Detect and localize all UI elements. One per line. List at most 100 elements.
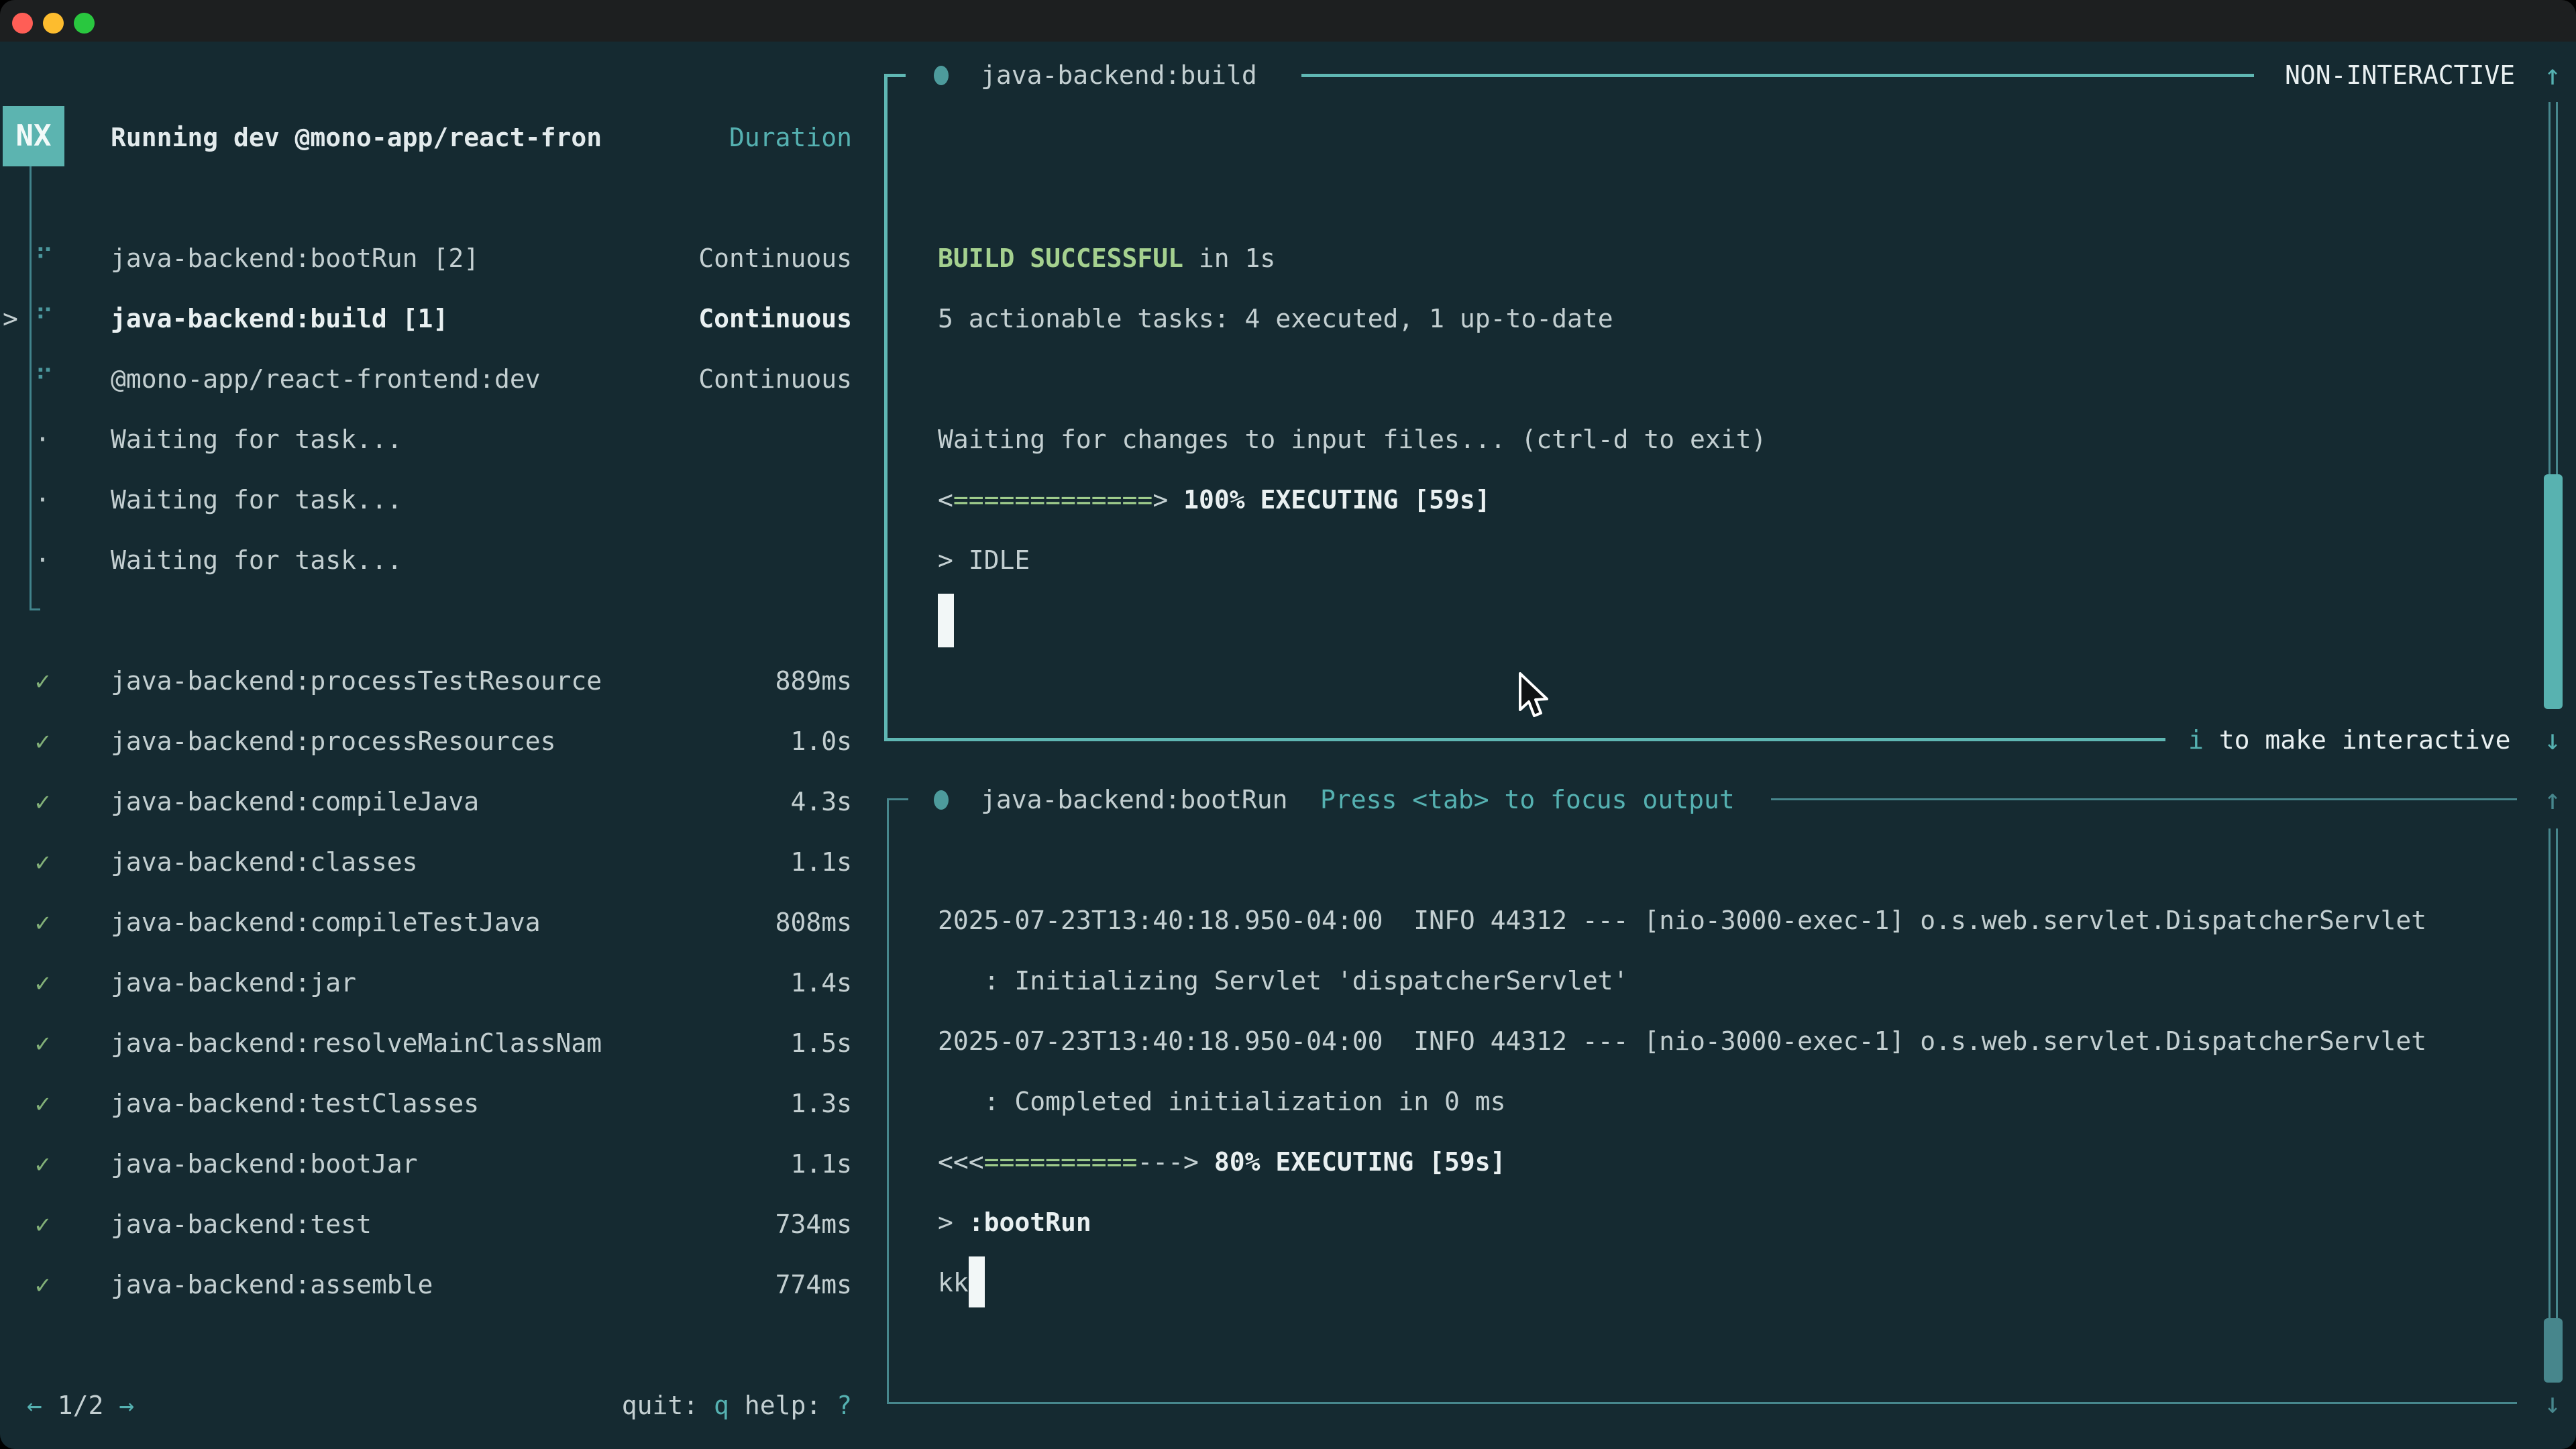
build-waiting-line: Waiting for changes to input files... (c… (938, 409, 1766, 470)
check-icon: ✓ (35, 1134, 50, 1194)
task-label: java-backend:bootJar (111, 1134, 418, 1194)
progress-head: <<< (938, 1147, 984, 1177)
help-label: help: (745, 1391, 821, 1420)
task-duration: 1.3s (790, 1073, 852, 1134)
quit-key[interactable]: q (714, 1391, 729, 1420)
spinner-icon: ⠋ (35, 288, 54, 349)
build-result-line: BUILD SUCCESSFUL in 1s (938, 228, 1275, 288)
task-duration: 4.3s (790, 771, 852, 832)
minimize-button[interactable] (43, 13, 64, 34)
build-scrollbar-thumb[interactable] (2544, 474, 2563, 709)
task-row[interactable]: ✓ java-backend:compileTestJava 808ms (0, 892, 852, 953)
build-scroll-down-icon[interactable]: ↓ (2537, 710, 2568, 770)
task-label: java-backend:bootRun [2] (111, 228, 479, 288)
bootrun-pane-border-top (1771, 798, 2517, 800)
task-row[interactable]: ✓ java-backend:resolveMainClassNam 1.5s (0, 1013, 852, 1073)
build-pane-mode-badge: NON-INTERACTIVE (2285, 45, 2515, 105)
task-row[interactable]: ✓ java-backend:processTestResource 889ms (0, 651, 852, 711)
waiting-dot-icon: · (35, 530, 50, 590)
keyboard-hints: quit: q help: ? (622, 1375, 852, 1436)
mouse-cursor (1517, 672, 1552, 719)
prompt-text: :bootRun (969, 1208, 1091, 1237)
page-next-icon[interactable]: → (119, 1391, 134, 1420)
bootrun-scroll-up-icon[interactable]: ↑ (2537, 769, 2568, 830)
page-prev-icon[interactable]: ← (27, 1391, 42, 1420)
task-label: java-backend:processTestResource (111, 651, 602, 711)
help-key[interactable]: ? (837, 1391, 852, 1420)
task-row[interactable]: ⠋ java-backend:bootRun [2] Continuous (0, 228, 852, 288)
bootrun-input-line[interactable]: kk (938, 1252, 985, 1313)
task-status: Continuous (698, 228, 852, 288)
check-icon: ✓ (35, 711, 50, 771)
log-line: 2025-07-23T13:40:18.950-04:00 INFO 44312… (938, 890, 2426, 951)
progress-filled: ============= (953, 485, 1152, 515)
build-text-cursor (938, 594, 954, 647)
sidebar-header: Running dev @mono-app/react-fron Duratio… (0, 107, 852, 168)
bootrun-prompt: > :bootRun (938, 1192, 1091, 1252)
task-duration: 734ms (775, 1194, 852, 1254)
task-label: java-backend:testClasses (111, 1073, 479, 1134)
bootrun-scrollbar-track[interactable] (2548, 828, 2558, 1318)
interactive-key[interactable]: i (2188, 725, 2204, 755)
task-label: java-backend:jar (111, 953, 356, 1013)
waiting-dot-icon: · (35, 409, 50, 470)
task-row[interactable]: ✓ java-backend:bootJar 1.1s (0, 1134, 852, 1194)
build-pane-border-top-stub (884, 74, 906, 77)
build-scroll-up-icon[interactable]: ↑ (2537, 45, 2568, 105)
task-duration: 1.0s (790, 711, 852, 771)
duration-column-header: Duration (729, 107, 852, 168)
check-icon: ✓ (35, 1194, 50, 1254)
build-status: BUILD SUCCESSFUL (938, 244, 1183, 273)
spinner-icon: ⠋ (35, 349, 54, 409)
bootrun-scrollbar-thumb[interactable] (2544, 1318, 2563, 1383)
task-row[interactable]: ✓ java-backend:compileJava 4.3s (0, 771, 852, 832)
running-task-list: ⠋ java-backend:bootRun [2] Continuous ⠋ … (0, 228, 852, 590)
progress-close: > (1152, 485, 1168, 515)
completed-task-list: ✓ java-backend:processTestResource 889ms… (0, 651, 852, 1315)
build-time: in 1s (1183, 244, 1275, 273)
close-button[interactable] (12, 13, 33, 34)
build-scrollbar-track[interactable] (2548, 102, 2558, 474)
spinner-icon: ⠋ (35, 228, 54, 288)
log-line: 2025-07-23T13:40:18.950-04:00 INFO 44312… (938, 1011, 2426, 1071)
task-row[interactable]: ✓ java-backend:test 734ms (0, 1194, 852, 1254)
task-label: Waiting for task... (111, 409, 402, 470)
task-row[interactable]: ✓ java-backend:assemble 774ms (0, 1254, 852, 1315)
task-row-selected[interactable]: ⠋ java-backend:build [1] Continuous (0, 288, 852, 349)
build-pane-title: java-backend:build (981, 45, 1257, 105)
task-label: java-backend:compileJava (111, 771, 479, 832)
maximize-button[interactable] (74, 13, 95, 34)
task-duration: 1.5s (790, 1013, 852, 1073)
check-icon: ✓ (35, 771, 50, 832)
bootrun-text-cursor (969, 1256, 985, 1307)
titlebar (0, 0, 2576, 42)
bootrun-pane-title: java-backend:bootRun (981, 769, 1288, 830)
prompt-arrow: > (938, 1208, 969, 1237)
check-icon: ✓ (35, 1073, 50, 1134)
task-row[interactable]: ✓ java-backend:classes 1.1s (0, 832, 852, 892)
task-duration: 808ms (775, 892, 852, 953)
task-row[interactable]: · Waiting for task... (0, 530, 852, 590)
build-pane-footer-hint: i to make interactive (2188, 710, 2510, 770)
task-label: java-backend:resolveMainClassNam (111, 1013, 602, 1073)
task-row[interactable]: · Waiting for task... (0, 409, 852, 470)
task-label: Waiting for task... (111, 530, 402, 590)
task-label: java-backend:build [1] (111, 288, 448, 349)
task-status: Continuous (698, 349, 852, 409)
terminal-content: NX Running dev @mono-app/react-fron Dura… (0, 42, 2576, 1449)
check-icon: ✓ (35, 1013, 50, 1073)
task-row[interactable]: · Waiting for task... (0, 470, 852, 530)
terminal-window: NX Running dev @mono-app/react-fron Dura… (0, 0, 2576, 1449)
task-row[interactable]: ✓ java-backend:processResources 1.0s (0, 711, 852, 771)
task-row[interactable]: ⠋ @mono-app/react-frontend:dev Continuou… (0, 349, 852, 409)
progress-rest: ---> (1137, 1147, 1199, 1177)
task-row[interactable]: ✓ java-backend:jar 1.4s (0, 953, 852, 1013)
page-indicator: 1/2 (58, 1391, 104, 1420)
task-row[interactable]: ✓ java-backend:testClasses 1.3s (0, 1073, 852, 1134)
progress-filled: ========== (984, 1147, 1138, 1177)
bootrun-pane-dot-icon (934, 790, 949, 810)
task-duration: 1.1s (790, 1134, 852, 1194)
build-pane-border-left (884, 75, 888, 740)
task-duration: 889ms (775, 651, 852, 711)
check-icon: ✓ (35, 892, 50, 953)
